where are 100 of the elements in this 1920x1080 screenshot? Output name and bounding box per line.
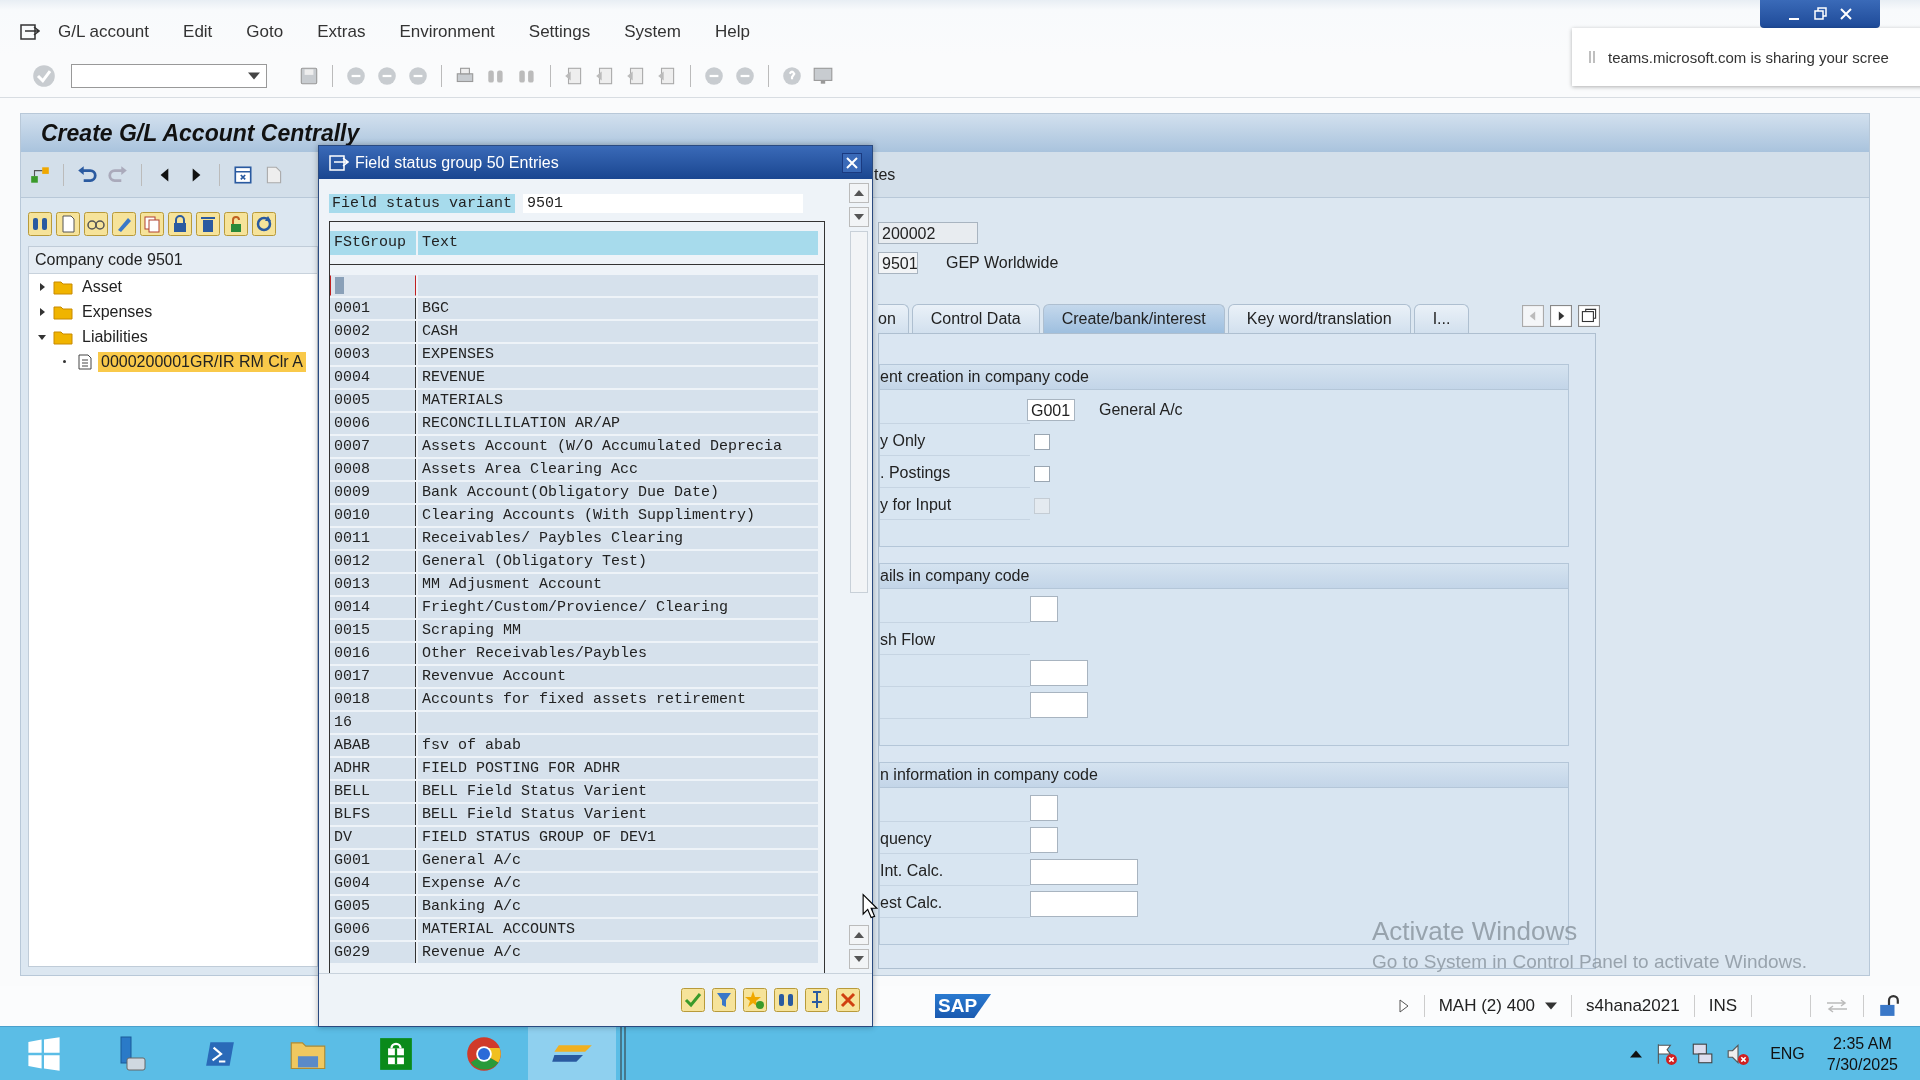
field-status-field[interactable]: G001 [1027,398,1075,421]
close-icon[interactable] [1838,6,1854,22]
play-icon[interactable] [1397,998,1410,1014]
pause-icon[interactable] [1588,49,1596,65]
table-cell[interactable]: 0006 [330,413,416,434]
scroll-thumb[interactable] [850,231,868,593]
enter-icon[interactable] [32,64,56,88]
check-icon[interactable] [681,988,705,1012]
table-cell[interactable]: BELL [330,781,416,802]
tree-item[interactable]: Asset [79,276,125,297]
checkbox[interactable] [1034,433,1050,450]
table-cell[interactable]: 16 [330,712,416,733]
table-cell[interactable]: REVENUE [418,367,818,388]
table-cell[interactable]: BGC [418,298,818,319]
binoculars-icon[interactable] [774,988,798,1012]
pencil-icon[interactable] [112,212,136,236]
close-icon[interactable] [842,152,862,173]
language-indicator[interactable]: ENG [1770,1044,1805,1063]
column-header[interactable]: Text [418,231,818,255]
input-field[interactable] [1030,659,1088,686]
table-cell[interactable]: Revenue A/c [418,942,818,963]
save-icon[interactable] [298,65,320,87]
tree-item[interactable]: Expenses [79,301,156,322]
table-cell[interactable]: MATERIALS [418,390,818,411]
scroll-down-icon[interactable] [849,949,869,969]
scroll-down-icon[interactable] [849,207,869,227]
table-cell[interactable]: 0014 [330,597,416,618]
table-cell[interactable]: RECONCILLILATION AR/AP [418,413,818,434]
scroll-up-icon[interactable] [849,925,869,945]
column-header[interactable]: FStGroup [330,231,416,255]
taskbar-button[interactable] [528,1027,616,1080]
dropdown-icon[interactable] [1545,1002,1558,1010]
table-cell[interactable]: ADHR [330,758,416,779]
tree-item[interactable]: Liabilities [79,326,151,347]
table-cell[interactable]: 0016 [330,643,416,664]
table-cell[interactable]: Clearing Accounts (With Supplimentry) [418,505,818,526]
table-cell[interactable]: 0003 [330,344,416,365]
company-code-field[interactable]: 9501 [878,252,918,274]
table-cell[interactable]: G029 [330,942,416,963]
copy-icon[interactable] [140,212,164,236]
table-cell[interactable]: Bank Account(Obligatory Due Date) [418,482,818,503]
table-cell[interactable] [418,712,818,733]
table-cell[interactable]: 0005 [330,390,416,411]
account-field[interactable]: 200002 [878,222,978,244]
table-cell[interactable]: BELL Field Status Varient [418,804,818,825]
monitor-icon[interactable] [812,65,834,87]
trash-icon[interactable] [196,212,220,236]
table-cell[interactable]: 0011 [330,528,416,549]
table-cell[interactable]: 0015 [330,620,416,641]
tab[interactable]: Create/bank/interest [1042,304,1225,333]
table-cell[interactable]: 0004 [330,367,416,388]
table-cell[interactable]: 0008 [330,459,416,480]
network-icon[interactable] [1690,1041,1715,1066]
input-field[interactable] [1030,691,1088,718]
table-cell[interactable] [330,275,416,296]
speaker-muted-icon[interactable] [1726,1041,1751,1066]
table-cell[interactable]: CASH [418,321,818,342]
menu-item[interactable]: Settings [528,21,591,42]
lock-icon[interactable] [1878,995,1900,1017]
input-field[interactable] [1030,595,1058,622]
table-cell[interactable]: FIELD POSTING FOR ADHR [418,758,818,779]
table-cell[interactable]: MATERIAL ACCOUNTS [418,919,818,940]
table-cell[interactable]: Assets Area Clearing Acc [418,459,818,480]
connection-icon[interactable] [1825,998,1849,1014]
table-cell[interactable]: MM Adjusment Account [418,574,818,595]
table-cell[interactable]: Accounts for fixed assets retirement [418,689,818,710]
table-cell[interactable]: G001 [330,850,416,871]
tab-list-icon[interactable] [1578,305,1600,327]
expand-arrow-icon[interactable] [37,306,47,317]
input-field[interactable] [1030,858,1138,885]
table-cell[interactable]: Banking A/c [418,896,818,917]
table-cell[interactable]: 0017 [330,666,416,687]
table-cell[interactable]: Receivables/ Paybles Clearing [418,528,818,549]
input-field[interactable] [1030,826,1058,853]
display-icon[interactable] [232,163,254,186]
menu-item[interactable]: Environment [399,21,495,42]
table-cell[interactable]: Assets Account (W/O Accumulated Deprecia [418,436,818,457]
table-cell[interactable]: General A/c [418,850,818,871]
table-cell[interactable]: 0009 [330,482,416,503]
table-cell[interactable]: 0001 [330,298,416,319]
tab[interactable]: on [878,304,909,333]
checkbox[interactable] [1034,465,1050,482]
table-cell[interactable]: ABAB [330,735,416,756]
menu-item[interactable]: G/L account [58,21,150,42]
pin-icon[interactable] [805,988,829,1012]
table-cell[interactable]: Expense A/c [418,873,818,894]
table-cell[interactable]: 0007 [330,436,416,457]
table-cell[interactable]: 0018 [330,689,416,710]
lock-swap-icon[interactable] [224,212,248,236]
star-add-icon[interactable] [743,988,767,1012]
menu-icon[interactable] [20,22,40,41]
menu-item[interactable]: Goto [246,21,284,42]
tab[interactable]: Control Data [911,304,1040,333]
table-cell[interactable]: BELL Field Status Varient [418,781,818,802]
refresh-icon[interactable] [252,212,276,236]
toolbar-label[interactable]: tes [874,165,896,184]
table-cell[interactable]: 0010 [330,505,416,526]
table-cell[interactable]: Revenvue Account [418,666,818,687]
table-cell[interactable]: 0002 [330,321,416,342]
tab[interactable]: I... [1413,304,1470,333]
